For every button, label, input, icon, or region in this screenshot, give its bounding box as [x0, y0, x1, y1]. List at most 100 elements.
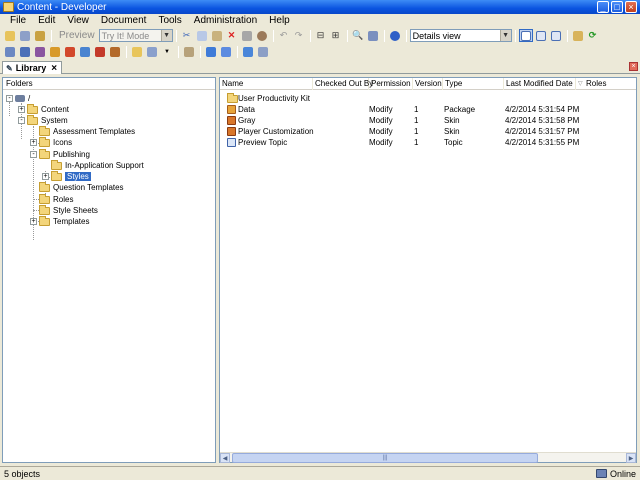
tree-node-in-application-support[interactable]: In-Application Support	[51, 159, 144, 171]
expander-icon[interactable]: -	[30, 151, 37, 158]
export-icon[interactable]	[256, 45, 270, 58]
expander-icon[interactable]: +	[30, 139, 37, 146]
tree-node-root[interactable]: - /	[6, 93, 30, 104]
status-bar: 5 objects Online	[0, 466, 640, 480]
menu-file[interactable]: File	[4, 14, 32, 28]
mode-select[interactable]: Try It! Mode ▼	[98, 29, 173, 42]
maximize-button[interactable]: □	[611, 1, 623, 13]
undo-icon[interactable]: ↶	[277, 29, 291, 42]
open-icon[interactable]	[3, 29, 17, 42]
tree-node-system[interactable]: - System	[18, 114, 68, 126]
edit-icon[interactable]	[130, 45, 144, 58]
folder-icon	[27, 114, 38, 125]
tree-node-style-sheets[interactable]: Style Sheets	[39, 204, 98, 216]
table-row[interactable]: User Productivity Kit	[220, 93, 636, 104]
folders-pane: Folders - / + Content - System Assessmen…	[2, 77, 216, 463]
link-icon[interactable]	[182, 45, 196, 58]
document-properties-icon[interactable]	[145, 45, 159, 58]
tree-node-icons[interactable]: + Icons	[30, 136, 73, 148]
delete-icon[interactable]: ✕	[225, 29, 239, 42]
cell-permission: Modify	[369, 116, 393, 125]
package-icon	[227, 105, 236, 114]
spellcheck-icon[interactable]	[366, 29, 380, 42]
tree-node-question-templates[interactable]: Question Templates	[39, 181, 124, 193]
scroll-left-icon[interactable]: ◀	[220, 453, 230, 463]
view-select[interactable]: Details view ▼	[409, 29, 512, 42]
tree-node-publishing[interactable]: - Publishing	[30, 148, 90, 160]
expand-icon[interactable]: ⊞	[329, 29, 343, 42]
save-icon[interactable]	[18, 29, 32, 42]
find-icon[interactable]	[255, 29, 269, 42]
save-all-icon[interactable]	[33, 29, 47, 42]
menu-tools[interactable]: Tools	[152, 14, 187, 28]
scrollbar-thumb[interactable]: |||	[232, 453, 538, 463]
dropdown-arrow-icon[interactable]: ▼	[160, 45, 174, 58]
tree-node-assessment-templates[interactable]: Assessment Templates	[39, 125, 135, 137]
column-last-modified-date[interactable]: Last Modified Date	[504, 78, 576, 90]
close-button[interactable]: ×	[625, 1, 637, 13]
check-out-icon[interactable]	[219, 45, 233, 58]
properties-icon[interactable]	[240, 29, 254, 42]
split-horizontal-icon[interactable]	[534, 29, 548, 42]
details-view-icon[interactable]	[518, 29, 533, 42]
tree-node-label: Icons	[53, 138, 73, 147]
help-icon[interactable]	[388, 29, 402, 42]
new-package-icon[interactable]	[63, 45, 77, 58]
menu-edit[interactable]: Edit	[32, 14, 61, 28]
tree-node-roles[interactable]: Roles	[39, 193, 73, 205]
new-module-icon[interactable]	[3, 45, 17, 58]
column-roles[interactable]: ▽ Roles	[576, 78, 638, 90]
tree-node-label: Style Sheets	[53, 206, 98, 215]
scroll-right-icon[interactable]: ▶	[626, 453, 636, 463]
pane-close-icon[interactable]: ×	[629, 62, 638, 71]
expander-icon[interactable]: +	[42, 173, 49, 180]
new-web-page-icon[interactable]	[78, 45, 92, 58]
redo-icon[interactable]: ↷	[292, 29, 306, 42]
split-vertical-icon[interactable]	[549, 29, 563, 42]
table-row[interactable]: Preview Topic Modify 1 Topic 4/2/2014 5:…	[220, 137, 636, 148]
tree-node-label: System	[41, 116, 68, 125]
publish-icon[interactable]	[571, 29, 585, 42]
expander-icon[interactable]: -	[6, 95, 13, 102]
expander-icon[interactable]: +	[18, 106, 25, 113]
paste-icon[interactable]	[210, 29, 224, 42]
refresh-icon[interactable]: ⟳	[586, 29, 600, 42]
new-document-icon[interactable]	[48, 45, 62, 58]
menu-administration[interactable]: Administration	[188, 14, 263, 28]
table-row[interactable]: Player Customization Modify 1 Skin 4/2/2…	[220, 126, 636, 137]
collapse-icon[interactable]: ⊟	[314, 29, 328, 42]
preview-button[interactable]: Preview	[55, 30, 99, 41]
import-icon[interactable]	[241, 45, 255, 58]
column-version[interactable]: Version	[413, 78, 443, 90]
menu-view[interactable]: View	[61, 14, 95, 28]
expander-icon[interactable]: +	[30, 218, 37, 225]
column-checked-out-by[interactable]: Checked Out By	[313, 78, 373, 90]
folder-icon	[39, 215, 50, 226]
menu-help[interactable]: Help	[263, 14, 296, 28]
tab-close-icon[interactable]: ×	[51, 63, 57, 74]
expander-icon[interactable]: -	[18, 117, 25, 124]
minimize-button[interactable]: _	[597, 1, 609, 13]
toolbar-separator	[175, 29, 177, 42]
topic-icon	[227, 138, 236, 147]
table-row[interactable]: Data Modify 1 Package 4/2/2014 5:31:54 P…	[220, 104, 636, 115]
column-permission[interactable]: Permission	[369, 78, 413, 90]
cut-icon[interactable]: ✂	[180, 29, 194, 42]
check-in-icon[interactable]	[204, 45, 218, 58]
copy-icon[interactable]	[195, 29, 209, 42]
new-topic-icon[interactable]	[33, 45, 47, 58]
table-row[interactable]: Gray Modify 1 Skin 4/2/2014 5:31:58 PM	[220, 115, 636, 126]
new-glossary-icon[interactable]	[93, 45, 107, 58]
menu-document[interactable]: Document	[95, 14, 153, 28]
tree-node-content[interactable]: + Content	[18, 103, 69, 115]
tree-node-templates[interactable]: + Templates	[30, 215, 89, 227]
new-section-icon[interactable]	[18, 45, 32, 58]
tree-node-styles[interactable]: + Styles	[42, 170, 91, 182]
tab-library[interactable]: ✎ Library ×	[2, 61, 63, 74]
horizontal-scrollbar[interactable]: ◀ ||| ▶	[220, 452, 636, 463]
search-icon[interactable]: 🔍	[351, 29, 365, 42]
column-name[interactable]: Name	[220, 78, 313, 90]
column-type[interactable]: Type	[443, 78, 504, 90]
cell-modified: 4/2/2014 5:31:54 PM	[505, 105, 580, 114]
new-skin-icon[interactable]	[108, 45, 122, 58]
